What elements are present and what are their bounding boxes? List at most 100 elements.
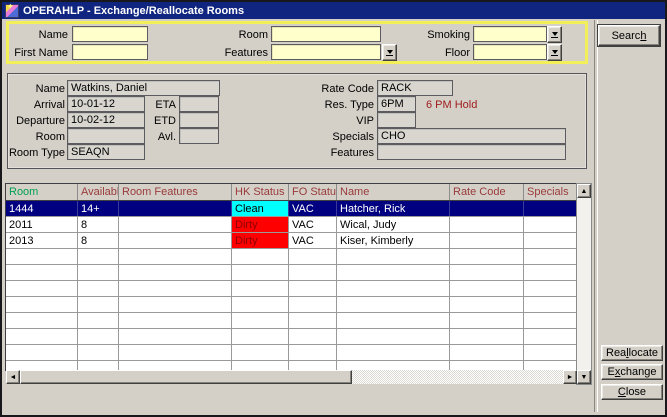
- search-smoking-input[interactable]: [473, 26, 547, 42]
- info-departure-value[interactable]: [67, 112, 145, 128]
- cell-specials: [524, 217, 577, 232]
- cell-empty: [232, 281, 289, 296]
- cell-empty: [232, 313, 289, 328]
- info-etd-value[interactable]: [179, 112, 219, 128]
- table-row-room-1444[interactable]: 144414+CleanVACHatcher, Rick: [6, 201, 577, 217]
- cell-empty: [232, 361, 289, 370]
- cell-empty: [6, 345, 78, 360]
- table-horizontal-scrollbar[interactable]: ◄ ►: [6, 370, 577, 384]
- scroll-right-button[interactable]: ►: [563, 370, 577, 384]
- column-header-room_features[interactable]: Room Features: [119, 184, 232, 200]
- info-departure-label: Departure: [8, 115, 65, 128]
- cell-empty: [450, 313, 524, 328]
- cell-empty: [450, 329, 524, 344]
- cell-empty: [78, 249, 119, 264]
- table-row-room-2011[interactable]: 20118DirtyVACWical, Judy: [6, 217, 577, 233]
- cell-room_features: [119, 233, 232, 248]
- cell-available: 14+: [78, 201, 119, 216]
- search-floor-input[interactable]: [473, 44, 547, 60]
- close-button[interactable]: Close: [601, 384, 663, 400]
- column-header-name[interactable]: Name: [337, 184, 450, 200]
- cell-empty: [524, 281, 577, 296]
- search-button[interactable]: Search: [598, 25, 660, 46]
- cell-empty: [6, 313, 78, 328]
- rooms-table[interactable]: RoomAvailableRoom FeaturesHK StatusFO St…: [6, 184, 577, 370]
- cell-empty: [337, 249, 450, 264]
- cell-empty: [119, 313, 232, 328]
- scroll-down-button[interactable]: ▼: [577, 370, 591, 384]
- info-name-value[interactable]: [67, 80, 220, 96]
- table-vertical-scrollbar[interactable]: ▲ ▼: [577, 184, 591, 384]
- res-type-hold-note: 6 PM Hold: [426, 99, 477, 111]
- column-header-room[interactable]: Room: [6, 184, 78, 200]
- cell-empty: [6, 361, 78, 370]
- search-features-input[interactable]: [271, 44, 381, 60]
- cell-empty: [119, 297, 232, 312]
- info-room-value[interactable]: [67, 128, 145, 144]
- info-avl-value[interactable]: [179, 128, 219, 144]
- table-row-empty: [6, 361, 577, 370]
- search-room-input[interactable]: [271, 26, 381, 42]
- column-header-rate_code[interactable]: Rate Code: [450, 184, 524, 200]
- info-room-type-value[interactable]: [67, 144, 145, 160]
- column-header-hk_status[interactable]: HK Status: [232, 184, 289, 200]
- cell-empty: [6, 265, 78, 280]
- scroll-left-button[interactable]: ◄: [6, 370, 20, 384]
- cell-empty: [119, 345, 232, 360]
- horizontal-scroll-thumb[interactable]: [20, 370, 352, 384]
- app-icon: [5, 4, 19, 18]
- cell-empty: [337, 265, 450, 280]
- info-vip-label: VIP: [300, 115, 374, 128]
- chevron-down-icon: [387, 50, 393, 54]
- cell-empty: [450, 361, 524, 370]
- info-res-type-label: Res. Type: [300, 99, 374, 112]
- cell-empty: [119, 281, 232, 296]
- table-row-empty: [6, 297, 577, 313]
- search-smoking-label: Smoking: [416, 29, 470, 42]
- smoking-dropdown-button[interactable]: [547, 26, 562, 43]
- exchange-reallocate-rooms-window: OPERAHLP - Exchange/Reallocate Rooms Nam…: [0, 0, 667, 417]
- cell-room_features: [119, 217, 232, 232]
- info-eta-value[interactable]: [179, 96, 219, 112]
- search-name-input[interactable]: [72, 26, 148, 42]
- table-row-room-2013[interactable]: 20138DirtyVACKiser, Kimberly: [6, 233, 577, 249]
- cell-empty: [78, 329, 119, 344]
- column-header-available[interactable]: Available: [78, 184, 119, 200]
- table-row-empty: [6, 249, 577, 265]
- info-rate-code-value[interactable]: [377, 80, 453, 96]
- cell-empty: [78, 345, 119, 360]
- reallocate-button[interactable]: Reallocate: [601, 345, 663, 361]
- exchange-button[interactable]: Exchange: [601, 364, 663, 380]
- info-res-type-value[interactable]: [377, 96, 416, 112]
- info-features-label: Features: [300, 147, 374, 160]
- cell-available: 8: [78, 217, 119, 232]
- info-avl-label: Avl.: [148, 131, 176, 144]
- scroll-up-button[interactable]: ▲: [577, 184, 591, 198]
- search-first-name-input[interactable]: [72, 44, 148, 60]
- cell-hk_status: Clean: [232, 201, 289, 216]
- cell-empty: [119, 265, 232, 280]
- dropdown-bar-icon: [551, 37, 558, 38]
- cell-room: 2013: [6, 233, 78, 248]
- features-dropdown-button[interactable]: [382, 44, 397, 61]
- column-header-fo_status[interactable]: FO Status: [289, 184, 337, 200]
- cell-empty: [6, 249, 78, 264]
- info-arrival-label: Arrival: [8, 99, 65, 112]
- arrow-up-icon: ▲: [581, 188, 588, 195]
- info-features-value[interactable]: [377, 144, 566, 160]
- titlebar[interactable]: OPERAHLP - Exchange/Reallocate Rooms: [2, 2, 665, 19]
- cell-empty: [119, 361, 232, 370]
- cell-fo_status: VAC: [289, 201, 337, 216]
- floor-dropdown-button[interactable]: [547, 44, 562, 61]
- info-vip-value[interactable]: [377, 112, 416, 128]
- cell-name: Wical, Judy: [337, 217, 450, 232]
- info-specials-value[interactable]: [377, 128, 566, 144]
- table-row-empty: [6, 265, 577, 281]
- cell-empty: [524, 249, 577, 264]
- column-header-specials[interactable]: Specials: [524, 184, 577, 200]
- cell-room_features: [119, 201, 232, 216]
- cell-empty: [119, 249, 232, 264]
- cell-empty: [337, 313, 450, 328]
- info-arrival-value[interactable]: [67, 96, 145, 112]
- cell-empty: [232, 329, 289, 344]
